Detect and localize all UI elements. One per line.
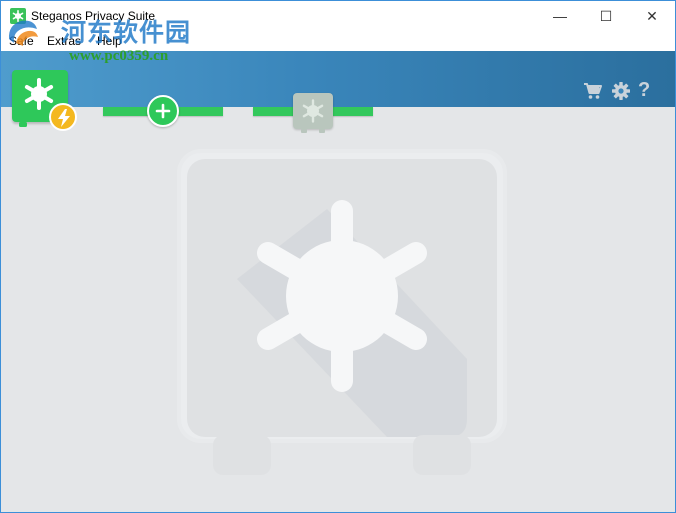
watermark-url: www.pc0359.cn	[69, 48, 169, 64]
plus-icon	[155, 103, 171, 119]
safe-dial-icon	[24, 78, 54, 110]
watermark-logo-icon	[8, 20, 38, 46]
add-safe-button[interactable]	[147, 95, 179, 127]
help-icon[interactable]: ?	[638, 79, 658, 101]
close-button[interactable]: ✕	[629, 1, 675, 31]
safe-dial-icon	[302, 99, 324, 123]
watermark-site-name: 河东软件园	[61, 18, 192, 47]
gear-icon[interactable]	[611, 81, 631, 101]
minimize-button[interactable]: —	[537, 1, 583, 31]
lightning-badge-icon	[49, 103, 77, 131]
safe-illustration	[177, 149, 507, 475]
mini-safe-feet	[301, 129, 325, 133]
cart-icon[interactable]	[583, 81, 603, 101]
app-window: Steganos Privacy Suite — ☐ ✕ Safe Extras…	[0, 0, 676, 513]
maximize-button[interactable]: ☐	[583, 1, 629, 31]
safe-tab-inactive[interactable]	[293, 93, 333, 129]
